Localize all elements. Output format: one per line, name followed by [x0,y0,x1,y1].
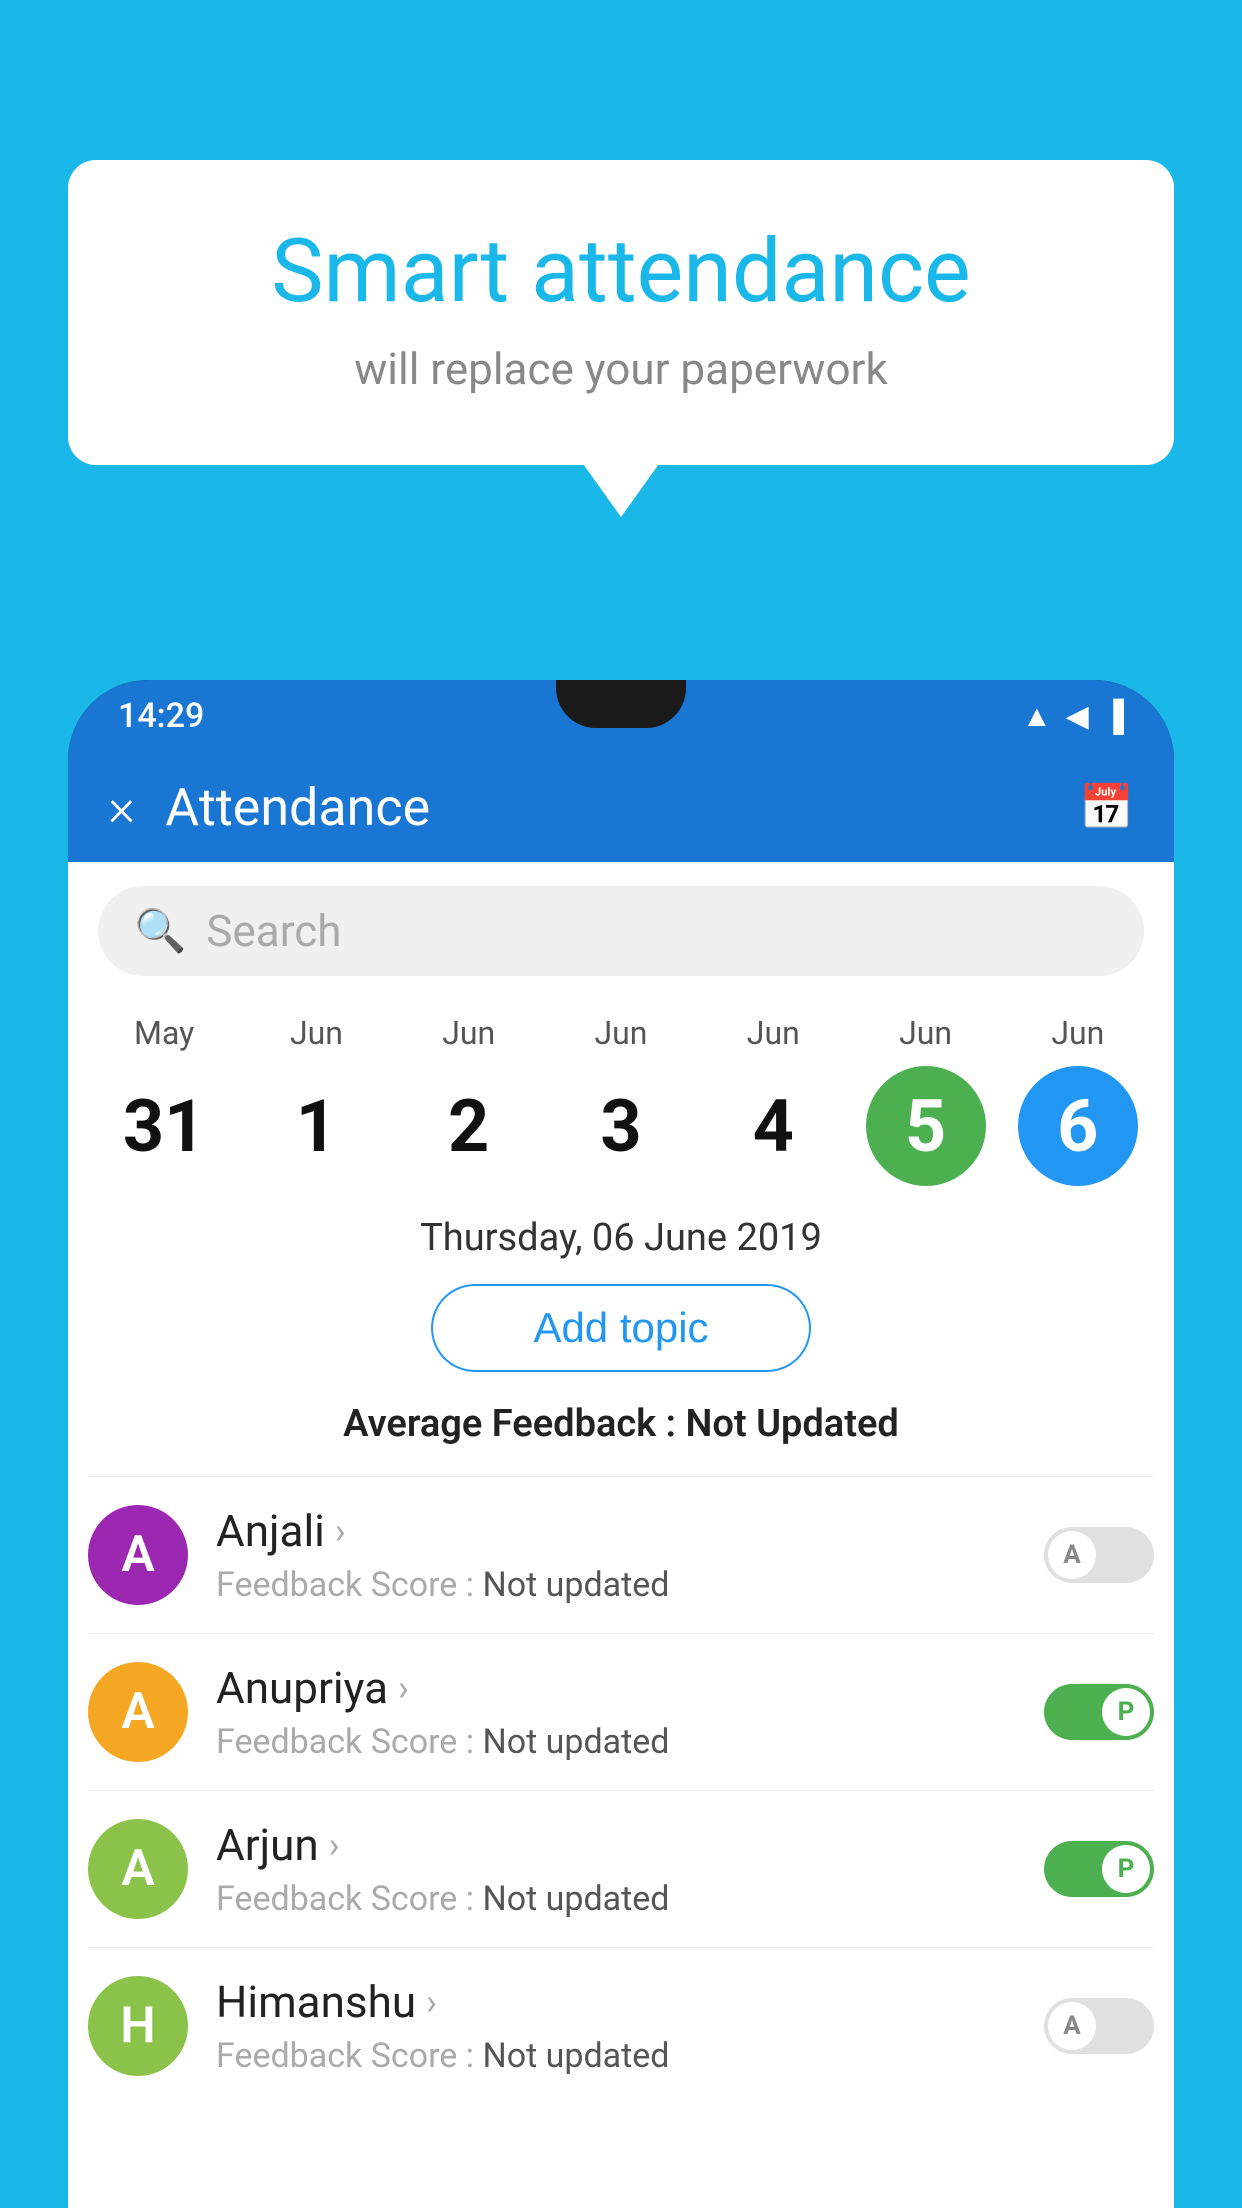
calendar-day[interactable]: Jun 5 [856,1014,996,1186]
cal-month: Jun [899,1014,952,1052]
calendar-day[interactable]: Jun 4 [703,1014,843,1186]
calendar-day[interactable]: May 31 [94,1014,234,1186]
chevron-icon: › [398,1667,409,1709]
chevron-icon: › [426,1981,437,2023]
cal-date[interactable]: 4 [713,1066,833,1186]
student-info: Himanshu› Feedback Score : Not updated [216,1976,1044,2076]
bubble-title: Smart attendance [118,220,1124,323]
cal-month: Jun [595,1014,648,1052]
attendance-toggle[interactable]: A [1044,1527,1154,1583]
close-button[interactable]: × [108,777,135,838]
wifi-icon: ▲ [1022,699,1052,734]
cal-month: May [134,1014,194,1052]
cal-month: Jun [290,1014,343,1052]
search-bar[interactable]: 🔍 Search [98,886,1144,976]
attendance-toggle[interactable]: P [1044,1841,1154,1897]
student-avatar: H [88,1976,188,2076]
avg-feedback: Average Feedback : Not Updated [68,1402,1174,1446]
student-info: Anupriya› Feedback Score : Not updated [216,1662,1044,1762]
battery-icon: ▐ [1103,699,1124,734]
signal-icon: ◀ [1066,699,1089,734]
student-name: Anjali› [216,1505,1044,1557]
calendar-day[interactable]: Jun 2 [399,1014,539,1186]
avg-feedback-label: Average Feedback : [343,1402,676,1446]
toggle-knob: A [1048,2002,1096,2050]
student-feedback: Feedback Score : Not updated [216,1879,1044,1919]
student-item[interactable]: A Anupriya› Feedback Score : Not updated P [88,1633,1154,1790]
student-item[interactable]: H Himanshu› Feedback Score : Not updatedA [88,1947,1154,2104]
student-avatar: A [88,1662,188,1762]
search-placeholder: Search [206,905,341,957]
student-info: Anjali› Feedback Score : Not updated [216,1505,1044,1605]
student-feedback: Feedback Score : Not updated [216,1722,1044,1762]
student-feedback: Feedback Score : Not updated [216,1565,1044,1605]
attendance-toggle[interactable]: A [1044,1998,1154,2054]
calendar-day[interactable]: Jun 1 [246,1014,386,1186]
phone-frame: 14:29 ▲ ◀ ▐ × Attendance 📅 🔍 Search May 3… [68,680,1174,2208]
status-time: 14:29 [118,696,204,736]
search-icon: 🔍 [134,907,186,956]
cal-date[interactable]: 6 [1018,1066,1138,1186]
student-avatar: A [88,1819,188,1919]
cal-date[interactable]: 1 [256,1066,376,1186]
student-item[interactable]: A Arjun› Feedback Score : Not updated P [88,1790,1154,1947]
calendar-day[interactable]: Jun 6 [1008,1014,1148,1186]
status-icons: ▲ ◀ ▐ [1022,699,1124,734]
add-topic-button[interactable]: Add topic [431,1284,811,1372]
avg-feedback-value: Not Updated [685,1402,898,1446]
student-name: Arjun› [216,1819,1044,1871]
student-avatar: A [88,1505,188,1605]
cal-month: Jun [1051,1014,1104,1052]
selected-date: Thursday, 06 June 2019 [68,1216,1174,1260]
toggle-knob: P [1102,1845,1150,1893]
student-list: AAnjali›Feedback Score : Not updatedAAAn… [68,1476,1174,2104]
cal-date[interactable]: 5 [866,1066,986,1186]
toggle-knob: P [1102,1688,1150,1736]
student-name: Himanshu› [216,1976,1044,2028]
cal-month: Jun [747,1014,800,1052]
cal-date[interactable]: 31 [104,1066,224,1186]
cal-month: Jun [442,1014,495,1052]
toggle-knob: A [1048,1531,1096,1579]
cal-date[interactable]: 2 [409,1066,529,1186]
student-info: Arjun› Feedback Score : Not updated [216,1819,1044,1919]
student-feedback: Feedback Score : Not updated [216,2036,1044,2076]
calendar-day[interactable]: Jun 3 [551,1014,691,1186]
status-bar: 14:29 ▲ ◀ ▐ [68,680,1174,752]
cal-date[interactable]: 3 [561,1066,681,1186]
calendar-strip: May 31 Jun 1 Jun 2 Jun 3 Jun 4 Jun 5 Jun 6 [68,994,1174,1196]
student-name: Anupriya› [216,1662,1044,1714]
chevron-icon: › [329,1824,340,1866]
bubble-subtitle: will replace your paperwork [118,343,1124,395]
chevron-icon: › [335,1510,346,1552]
phone-content: 🔍 Search May 31 Jun 1 Jun 2 Jun 3 Jun 4 Jun 5 Jun 6 T… [68,862,1174,2208]
attendance-toggle[interactable]: P [1044,1684,1154,1740]
calendar-icon[interactable]: 📅 [1079,781,1134,833]
app-title: Attendance [165,777,1049,838]
student-item[interactable]: AAnjali›Feedback Score : Not updatedA [88,1476,1154,1633]
speech-bubble: Smart attendance will replace your paper… [68,160,1174,465]
app-bar: × Attendance 📅 [68,752,1174,862]
